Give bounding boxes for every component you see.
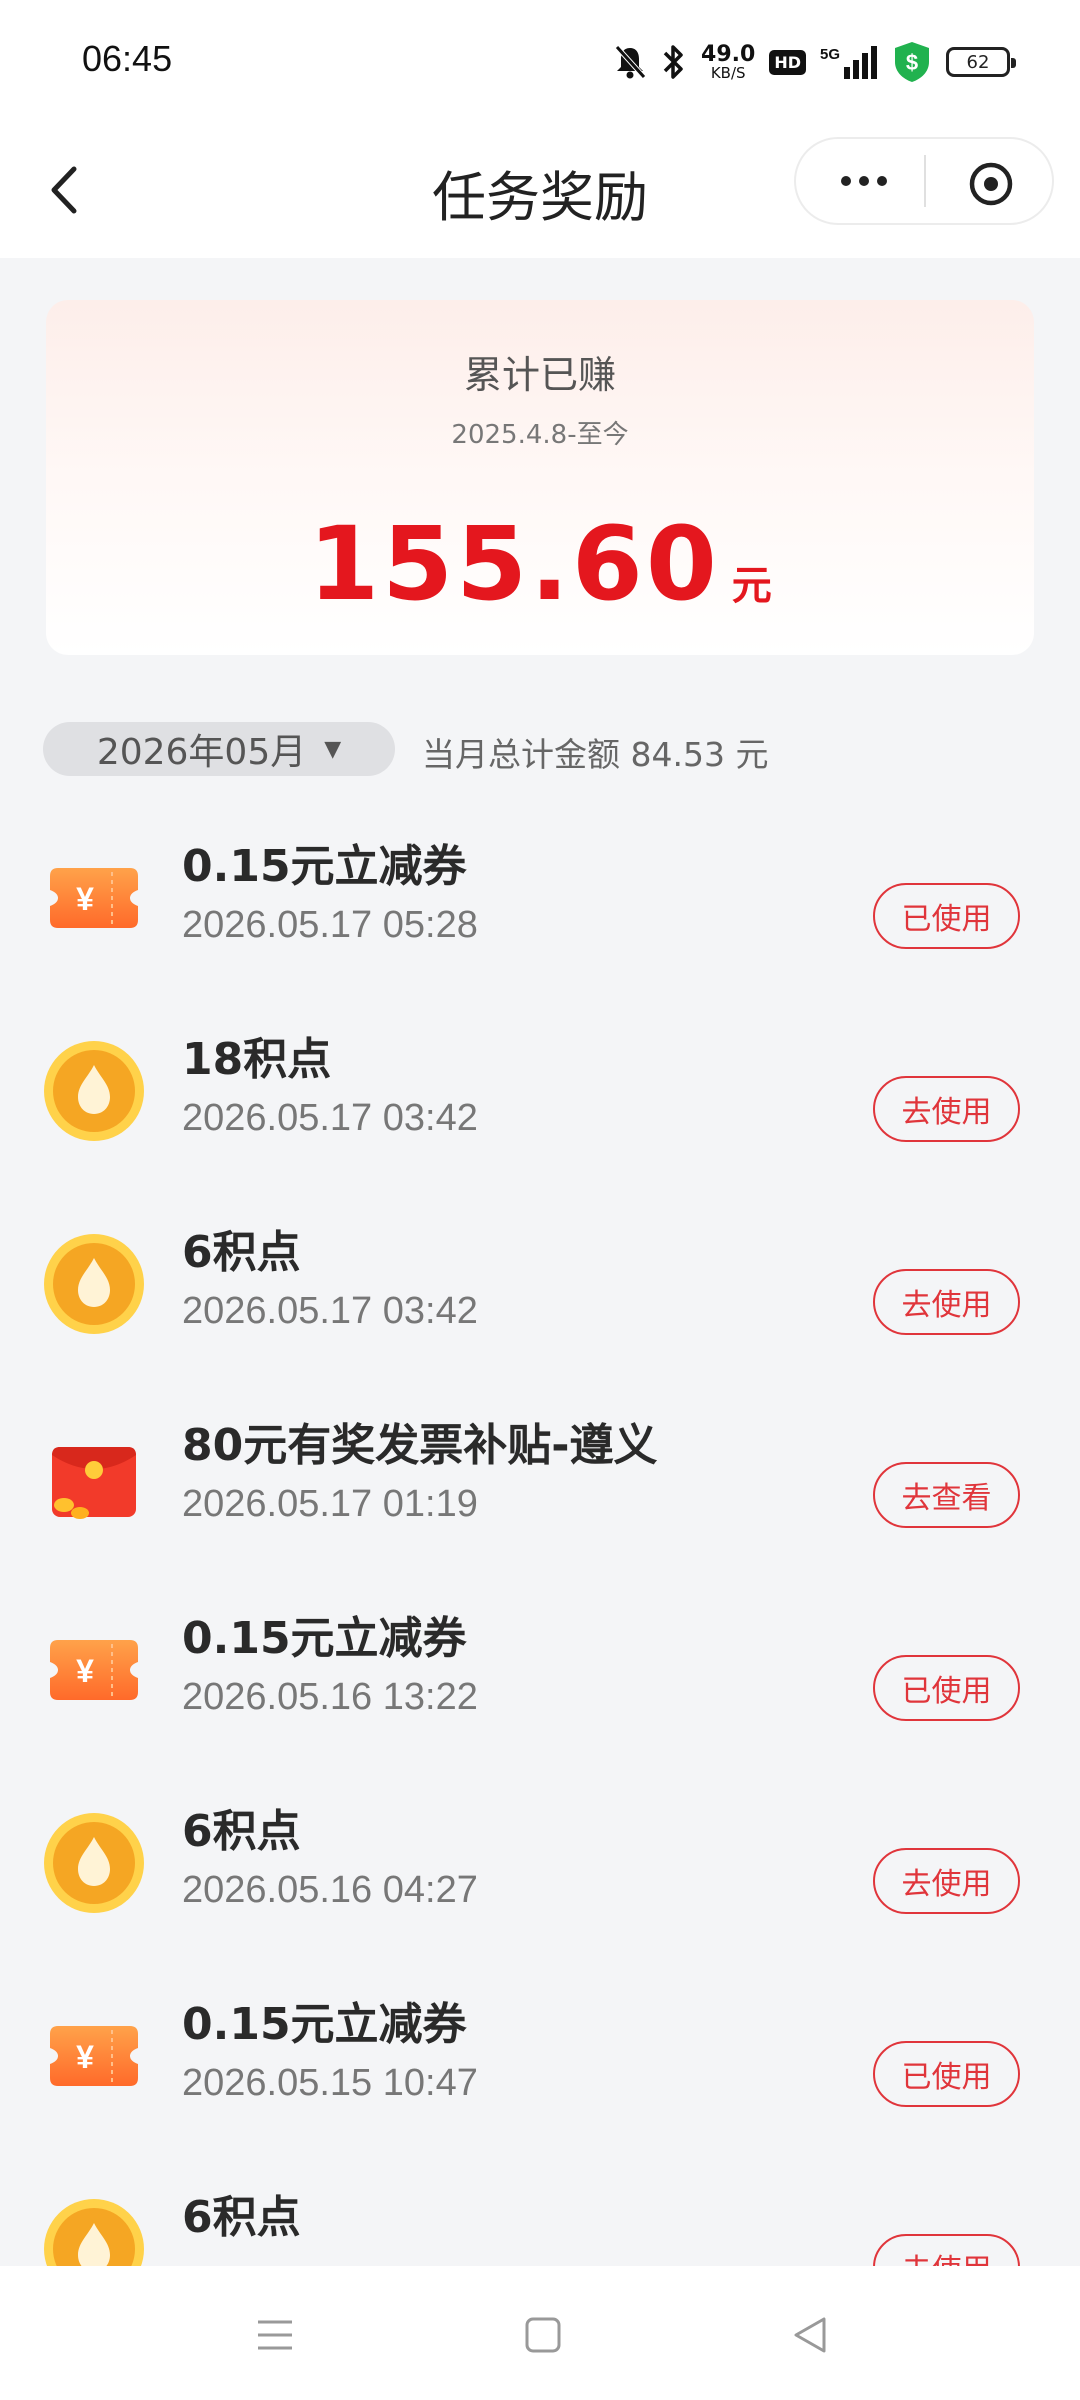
reward-name: 18积点: [182, 1034, 332, 1085]
reward-name: 6积点: [182, 2192, 301, 2243]
total-earned-value: 155.60: [308, 505, 720, 624]
reward-action-button[interactable]: 去使用: [873, 1848, 1020, 1914]
coupon-icon: ¥: [42, 1618, 146, 1722]
points-drop-icon: [42, 1039, 146, 1143]
reward-time: 2026.05.17 01:19: [182, 1483, 478, 1525]
status-bar: 06:45 49.0 KB/S HD 5G $ 62: [0, 0, 1080, 125]
reward-time: 2026.05.17 03:42: [182, 1290, 478, 1332]
reward-name: 0.15元立减券: [182, 1999, 467, 2050]
reward-name: 80元有奖发票补贴-遵义: [182, 1420, 658, 1471]
points-drop-icon: [42, 1232, 146, 1336]
coupon-icon: ¥: [42, 2004, 146, 2108]
reward-item: 6积点 2026.05.16 04:27 去使用: [0, 1795, 1080, 1988]
reward-action-button[interactable]: 去使用: [873, 1269, 1020, 1335]
reward-item: ¥0.15元立减券 2026.05.16 13:22 已使用: [0, 1602, 1080, 1795]
back-nav-icon[interactable]: [786, 2310, 836, 2360]
reward-item: 18积点 2026.05.17 03:42 去使用: [0, 1023, 1080, 1216]
security-shield-icon: $: [895, 42, 929, 82]
month-selector[interactable]: 2026年05月 ▼: [43, 722, 395, 776]
status-icons: 49.0 KB/S HD 5G $ 62: [613, 36, 1016, 88]
reward-name: 6积点: [182, 1806, 301, 1857]
home-icon[interactable]: [518, 2310, 568, 2360]
total-earned-amount: 155.60 元: [46, 505, 1034, 624]
capsule-divider: [924, 155, 926, 207]
battery-level: 62: [966, 51, 990, 73]
more-icon[interactable]: [834, 159, 894, 203]
coupon-icon: ¥: [42, 846, 146, 950]
earnings-summary-card: 累计已赚 2025.4.8-至今 155.60 元: [46, 300, 1034, 655]
month-total-amount: 当月总计金额 84.53 元: [422, 735, 769, 774]
reward-action-button[interactable]: 已使用: [873, 883, 1020, 949]
reward-list: ¥0.15元立减券 2026.05.17 05:28 已使用 18积点 2026.05.…: [0, 830, 1080, 2374]
reward-time: 2026.05.17 03:42: [182, 1097, 478, 1139]
reward-action-button[interactable]: 去查看: [873, 1462, 1020, 1528]
nav-bar: 任务奖励: [0, 125, 1080, 258]
reward-name: 0.15元立减券: [182, 1613, 467, 1664]
signal-5g-icon: 5G: [820, 46, 877, 79]
menu-icon[interactable]: [250, 2310, 300, 2360]
battery-indicator: 62: [946, 47, 1016, 77]
svg-text:$: $: [906, 50, 918, 75]
signal-label: 5G: [820, 46, 840, 63]
month-selector-label: 2026年05月: [96, 732, 307, 773]
net-speed-unit: KB/S: [710, 63, 746, 82]
system-nav-bar: [0, 2266, 1080, 2400]
reward-time: 2026.05.16 04:27: [182, 1869, 478, 1911]
svg-text:¥: ¥: [76, 1653, 94, 1689]
total-earned-unit: 元: [731, 563, 772, 609]
summary-title: 累计已赚: [463, 353, 616, 397]
status-time: 06:45: [82, 38, 173, 79]
reward-item: ¥0.15元立减券 2026.05.17 05:28 已使用: [0, 830, 1080, 1023]
svg-text:¥: ¥: [76, 881, 94, 917]
reward-item: 6积点 2026.05.17 03:42 去使用: [0, 1216, 1080, 1409]
close-miniapp-icon[interactable]: [966, 159, 1016, 209]
caret-down-icon: ▼: [324, 736, 342, 762]
reward-time: 2026.05.15 10:47: [182, 2062, 478, 2104]
red-envelope-icon: [42, 1425, 146, 1529]
reward-name: 6积点: [182, 1227, 301, 1278]
miniapp-capsule: [794, 137, 1054, 225]
reward-item: ¥0.15元立减券 2026.05.15 10:47 已使用: [0, 1988, 1080, 2181]
points-drop-icon: [42, 1811, 146, 1915]
reward-action-button[interactable]: 已使用: [873, 1655, 1020, 1721]
mute-bell-icon: [615, 45, 646, 79]
reward-name: 0.15元立减券: [182, 841, 467, 892]
net-speed: 49.0 KB/S: [701, 41, 756, 82]
hd-badge: HD: [769, 49, 806, 75]
svg-text:¥: ¥: [76, 2039, 94, 2075]
reward-action-button[interactable]: 已使用: [873, 2041, 1020, 2107]
reward-item: 80元有奖发票补贴-遵义 2026.05.17 01:19 去查看: [0, 1409, 1080, 1602]
summary-date-range: 2025.4.8-至今: [451, 420, 629, 450]
bluetooth-icon: [663, 45, 683, 79]
reward-time: 2026.05.16 13:22: [182, 1676, 478, 1718]
net-speed-value: 49.0: [701, 41, 756, 67]
reward-action-button[interactable]: 去使用: [873, 1076, 1020, 1142]
reward-time: 2026.05.17 05:28: [182, 904, 478, 946]
